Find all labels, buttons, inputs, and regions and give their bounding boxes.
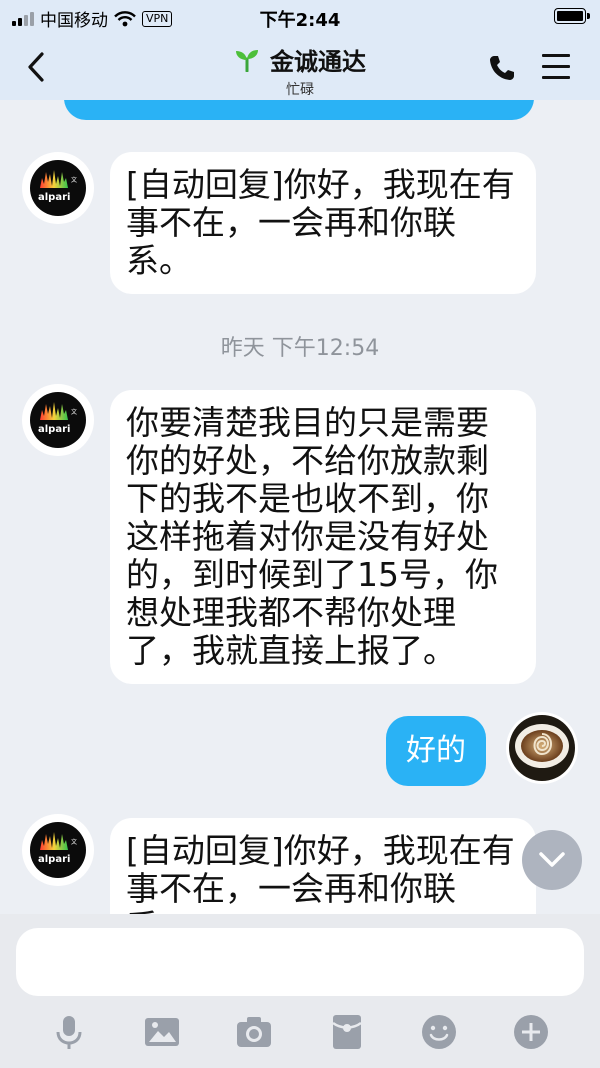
message-bubble-incoming[interactable]: [自动回复]你好，我现在有事不在，一会再和你联系。 [110, 152, 536, 294]
contact-avatar[interactable]: alpari 文 [22, 814, 94, 886]
input-bar [0, 914, 600, 1068]
battery-icon [554, 8, 590, 24]
scroll-to-bottom-button[interactable] [522, 830, 582, 890]
camera-icon[interactable] [234, 1012, 274, 1052]
message-timestamp: 昨天 下午12:54 [220, 336, 380, 361]
message-list[interactable]: alpari 文 [自动回复]你好，我现在有事不在，一会再和你联系。 昨天 下午… [0, 100, 600, 914]
contact-avatar[interactable]: alpari 文 [22, 152, 94, 224]
contact-avatar[interactable]: alpari 文 [22, 384, 94, 456]
svg-text:文: 文 [71, 408, 77, 416]
chat-header: 金诚通达 忙碌 [0, 34, 600, 100]
svg-text:alpari: alpari [38, 192, 70, 203]
alpari-logo-icon: alpari 文 [36, 402, 80, 435]
red-packet-icon[interactable] [327, 1012, 367, 1052]
contact-status: 忙碌 [286, 82, 314, 98]
plus-icon[interactable] [511, 1012, 551, 1052]
svg-text:alpari: alpari [38, 854, 70, 865]
status-time: 下午2:44 [259, 10, 341, 31]
message-bubble-incoming[interactable]: 你要清楚我目的只是需要你的好处，不给你放款剩下的我不是也收不到，你这样拖着对你是… [110, 390, 536, 684]
menu-icon[interactable] [542, 54, 570, 80]
message-input[interactable] [16, 928, 584, 996]
coffee-avatar-icon [509, 715, 575, 781]
svg-text:alpari: alpari [38, 424, 70, 435]
user-avatar[interactable] [506, 712, 578, 784]
status-bar: 中国移动 VPN 下午2:44 [0, 0, 600, 34]
phone-icon[interactable] [488, 54, 516, 82]
alpari-logo-icon: alpari 文 [36, 832, 80, 865]
emoji-icon[interactable] [419, 1012, 459, 1052]
svg-text:文: 文 [71, 176, 77, 184]
message-bubble-outgoing[interactable]: 好的 [386, 716, 486, 786]
message-bubble-incoming[interactable]: [自动回复]你好，我现在有事不在，一会再和你联系。 [110, 818, 536, 914]
chevron-down-icon [539, 852, 565, 867]
svg-text:文: 文 [71, 838, 77, 846]
sprout-icon [236, 49, 258, 72]
input-toolbar [0, 1012, 600, 1052]
alpari-logo-icon: alpari 文 [36, 170, 80, 203]
image-icon[interactable] [142, 1012, 182, 1052]
contact-name: 金诚通达 [270, 48, 366, 76]
previous-outgoing-bubble [64, 100, 534, 120]
microphone-icon[interactable] [49, 1012, 89, 1052]
